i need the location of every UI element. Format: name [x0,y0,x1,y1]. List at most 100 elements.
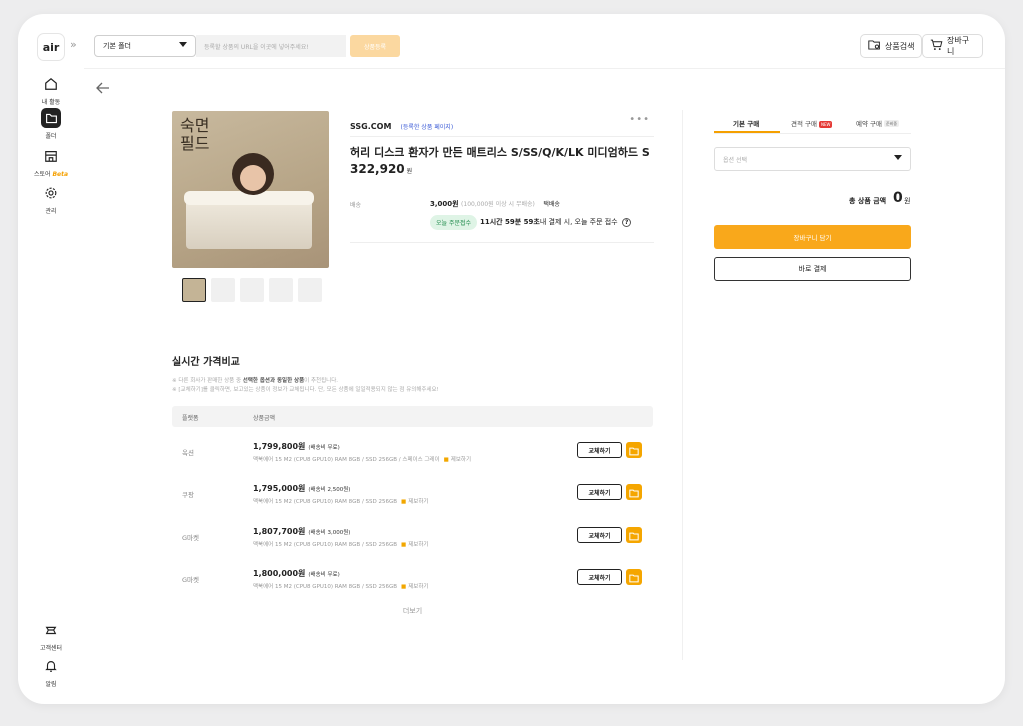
compare-table-header: 플랫폼 상품금액 [172,406,653,427]
topbar-divider [84,68,1005,69]
today-order-desc: 내 결제 시, 오늘 주문 접수 [539,218,618,226]
sidebar-item-label: 스토어 [33,171,51,178]
save-folder-button[interactable] [626,442,642,458]
folder-icon [41,108,61,128]
more-options-icon[interactable]: ••• [629,114,650,125]
help-icon[interactable]: ? [622,218,632,227]
row-spec-text: 맥북에어 15 M2 (CPU8 GPU10) RAM 8GB / SSD 25… [253,499,398,505]
folder-select[interactable]: 기본 폴더 [94,35,196,57]
total-label: 총 상품 금액 [849,197,887,205]
row-fee: (배송비 3,000원) [308,530,351,536]
product-image-logo: 숙면 필드 [180,116,210,153]
sidebar-item-activity[interactable]: 내 활동 [18,74,84,106]
shipping-label: 배송 [350,202,362,209]
replace-button[interactable]: 교체하기 [577,484,622,500]
price-value: 322,920 [350,162,405,176]
tab-quote[interactable]: 견적 구매 NEW [791,118,833,128]
divider [350,242,654,243]
product-title: 허리 디스크 환자가 만든 매트리스 S/SS/Q/K/LK 미디엄하드 S [350,146,650,159]
folder-check-icon [629,441,639,460]
row-fee: (배송비 무료) [308,445,340,451]
sidebar-item-store[interactable]: 스토어 Beta [18,146,84,178]
url-input[interactable]: 등록할 상품의 URL을 이곳에 넣어주세요! [196,35,346,57]
report-link[interactable]: 제보하기 [451,457,471,463]
back-arrow-icon[interactable] [96,82,110,98]
product-main-image[interactable]: 숙면 필드 [172,111,329,268]
replace-button[interactable]: 교체하기 [577,569,622,585]
row-price-value: 1,807,700원 [253,527,306,536]
sidebar-item-label: 폴더 [45,133,57,140]
sidebar-item-support[interactable]: 고객센터 [18,620,84,652]
row-spec-text: 맥북에어 15 M2 (CPU8 GPU10) RAM 8GB / SSD 25… [253,584,398,590]
thumbnail[interactable] [240,278,264,302]
row-platform: 옥션 [182,449,194,457]
replace-button[interactable]: 교체하기 [577,442,622,458]
save-folder-button[interactable] [626,569,642,585]
row-spec: 맥북에어 15 M2 (CPU8 GPU10) RAM 8GB / SSD 25… [253,455,471,463]
product-price: 322,920 원 [350,162,412,176]
compare-note-1: ※ 다른 회사가 판매한 상품 중 선택한 옵션과 동일한 상품이 추천됩니다. [172,376,652,384]
support-icon [41,620,61,640]
option-placeholder: 옵션 선택 [723,156,747,164]
save-folder-button[interactable] [626,527,642,543]
app-frame: air » 내 활동 폴더 스토어 Beta 관리 고객센터 알림 기본 폴더 … [18,14,1005,704]
report-link[interactable]: 제보하기 [408,584,428,590]
seller-page-link[interactable]: (등록한 상품 페이지) [401,124,454,131]
row-fee: (배송비 2,500원) [308,487,351,493]
sidebar-item-manage[interactable]: 관리 [18,183,84,215]
bell-icon [41,656,61,676]
price-unit: 원 [406,168,413,175]
row-platform: G마켓 [182,534,199,542]
tab-reserve[interactable]: 예약 구매 준비중 [856,118,900,128]
gear-icon [41,183,61,203]
thumbnail[interactable] [298,278,322,302]
row-platform: 쿠팡 [182,491,194,499]
more-button[interactable]: 더보기 [172,606,653,616]
tab-basic[interactable]: 기본 구매 [733,118,759,128]
chevron-down-icon [894,155,902,163]
report-icon: ■ [443,457,449,463]
chevron-down-icon [179,42,187,50]
beta-badge: Beta [52,171,69,178]
tab-reserve-label: 예약 구매 [856,120,882,128]
sidebar-item-folder[interactable]: 폴더 [18,108,84,140]
new-badge: NEW [819,120,833,128]
total-unit: 원 [904,197,911,205]
row-price: 1,799,800원 (배송비 무료) [253,441,340,452]
product-thumbnails [182,278,322,302]
row-price: 1,795,000원 (배송비 2,500원) [253,483,350,494]
thumbnail[interactable] [269,278,293,302]
sidebar-collapse-icon[interactable]: » [70,38,77,51]
report-icon: ■ [401,542,407,548]
folder-check-icon [629,526,639,545]
replace-button[interactable]: 교체하기 [577,527,622,543]
folder-check-icon [629,483,639,502]
row-price: 1,800,000원 (배송비 무료) [253,568,340,579]
divider [350,136,654,137]
cart-label: 장바구니 [947,36,970,56]
report-link[interactable]: 제보하기 [408,542,428,548]
option-select[interactable]: 옵션 선택 [714,147,911,171]
app-logo[interactable]: air [37,33,65,61]
sidebar-item-label: 내 활동 [41,99,61,106]
person-face-shape [240,165,266,191]
cart-icon [930,39,943,53]
soon-badge: 준비중 [884,120,900,127]
sidebar-item-label: 고객센터 [39,645,63,652]
save-folder-button[interactable] [626,484,642,500]
buy-now-button[interactable]: 바로 결제 [714,257,911,281]
compare-note-2: ※ [교체하기]를 클릭하면, 보고있는 상품이 정보가 교체됩니다. 단, 모… [172,387,439,393]
product-search-button[interactable]: 상품검색 [860,34,923,58]
row-spec-text: 맥북에어 15 M2 (CPU8 GPU10) RAM 8GB / SSD 25… [253,542,398,548]
row-price-value: 1,799,800원 [253,442,306,451]
sidebar-item-notifications[interactable]: 알림 [18,656,84,688]
tab-quote-label: 견적 구매 [791,120,817,128]
search-folder-icon [868,39,881,53]
add-to-cart-button[interactable]: 장바구니 담기 [714,225,911,249]
register-button[interactable]: 상품등록 [350,35,400,57]
thumbnail[interactable] [182,278,206,302]
cart-button[interactable]: 장바구니 [922,34,983,58]
thumbnail[interactable] [211,278,235,302]
seller-name: SSG.COM [350,122,392,131]
report-link[interactable]: 제보하기 [408,499,428,505]
